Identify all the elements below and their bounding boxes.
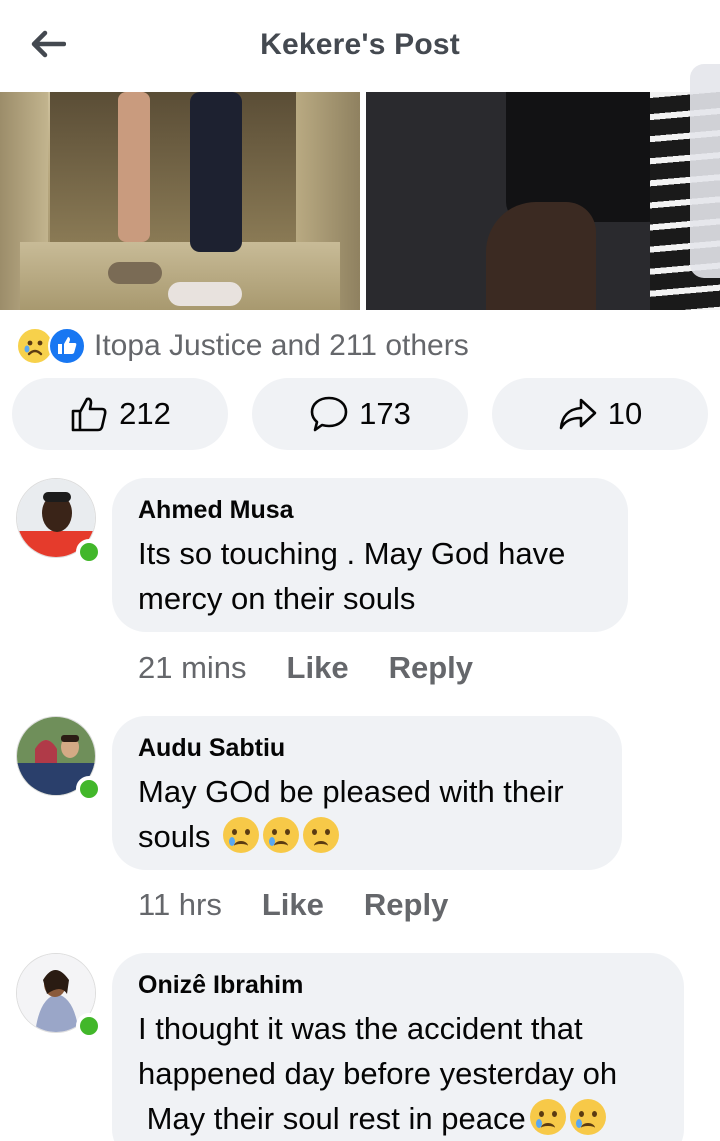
comment-author[interactable]: Ahmed Musa [138, 496, 602, 525]
post-photo-1[interactable] [0, 92, 360, 310]
comment-author[interactable]: Onizê Ibrahim [138, 971, 658, 1000]
photo-1-leg [118, 92, 150, 242]
comment-meta: 21 mins Like Reply [138, 650, 513, 686]
comment-text-line: mercy on their souls [138, 581, 416, 616]
comment-meta: 11 hrs Like Reply [138, 887, 488, 923]
crying-face-emoji-icon [223, 817, 259, 853]
share-arrow-icon [559, 398, 597, 430]
comment-text-line: souls [138, 814, 596, 859]
comment-text-line: May GOd be pleased with their [138, 774, 564, 809]
comment-reply-button[interactable]: Reply [389, 650, 473, 686]
photo-1-shoe [108, 262, 162, 284]
post-actions: 212 173 10 [12, 378, 708, 450]
share-count: 10 [607, 396, 643, 431]
post-photos [0, 92, 720, 312]
comment-bubble[interactable]: Onizê Ibrahim I thought it was the accid… [112, 953, 684, 1141]
crying-face-emoji-icon [263, 817, 299, 853]
thumbs-up-icon [71, 397, 107, 432]
comment-text: I thought it was the accident that happe… [138, 1006, 658, 1141]
post-photo-2[interactable] [366, 92, 720, 310]
sad-face-emoji-icon [303, 817, 339, 853]
app-header: Kekere's Post [0, 0, 720, 92]
like-count: 212 [119, 396, 171, 431]
like-button[interactable]: 212 [12, 378, 228, 450]
comment-text-fragment: May their soul rest in peace [138, 1101, 526, 1136]
comment-text-line: Its so touching . May God have [138, 536, 566, 571]
comment-text-line: happened day before yesterday oh [138, 1056, 618, 1091]
comment-time: 21 mins [138, 650, 247, 685]
comment-text: Its so touching . May God have mercy on … [138, 531, 602, 621]
photo-2-arm [486, 202, 596, 310]
comment-author[interactable]: Audu Sabtiu [138, 734, 596, 763]
comment-text: May GOd be pleased with their souls [138, 769, 596, 859]
online-status-dot [76, 1013, 102, 1039]
photo-1-shoe [168, 282, 242, 306]
reactions-summary-text: Itopa Justice and 211 others [94, 329, 469, 362]
online-status-dot [76, 776, 102, 802]
comment-text-fragment: souls [138, 819, 211, 854]
comment-time: 11 hrs [138, 887, 222, 922]
photo-1-leg [190, 92, 242, 252]
crying-face-emoji-icon [529, 1099, 566, 1135]
online-status-dot [76, 539, 102, 565]
comment-bubble-icon [310, 396, 348, 432]
comment-bubble[interactable]: Audu Sabtiu May GOd be pleased with thei… [112, 716, 622, 870]
reactions-summary[interactable]: Itopa Justice and 211 others [16, 324, 469, 368]
comment-count: 173 [359, 396, 411, 431]
comment-reply-button[interactable]: Reply [364, 887, 448, 923]
comment-text-line: I thought it was the accident that [138, 1011, 583, 1046]
share-button[interactable]: 10 [492, 378, 708, 450]
photo-1-doorway [50, 92, 300, 242]
comment-like-button[interactable]: Like [287, 650, 349, 686]
comment-button[interactable]: 173 [252, 378, 468, 450]
comment-like-button[interactable]: Like [262, 887, 324, 923]
crying-face-emoji-icon [569, 1099, 606, 1135]
page-title: Kekere's Post [260, 28, 460, 61]
like-reaction-icon [48, 327, 86, 365]
comment-text-line: May their soul rest in peace [138, 1096, 658, 1141]
comment-bubble[interactable]: Ahmed Musa Its so touching . May God hav… [112, 478, 628, 632]
next-photo-peek[interactable] [690, 64, 720, 278]
